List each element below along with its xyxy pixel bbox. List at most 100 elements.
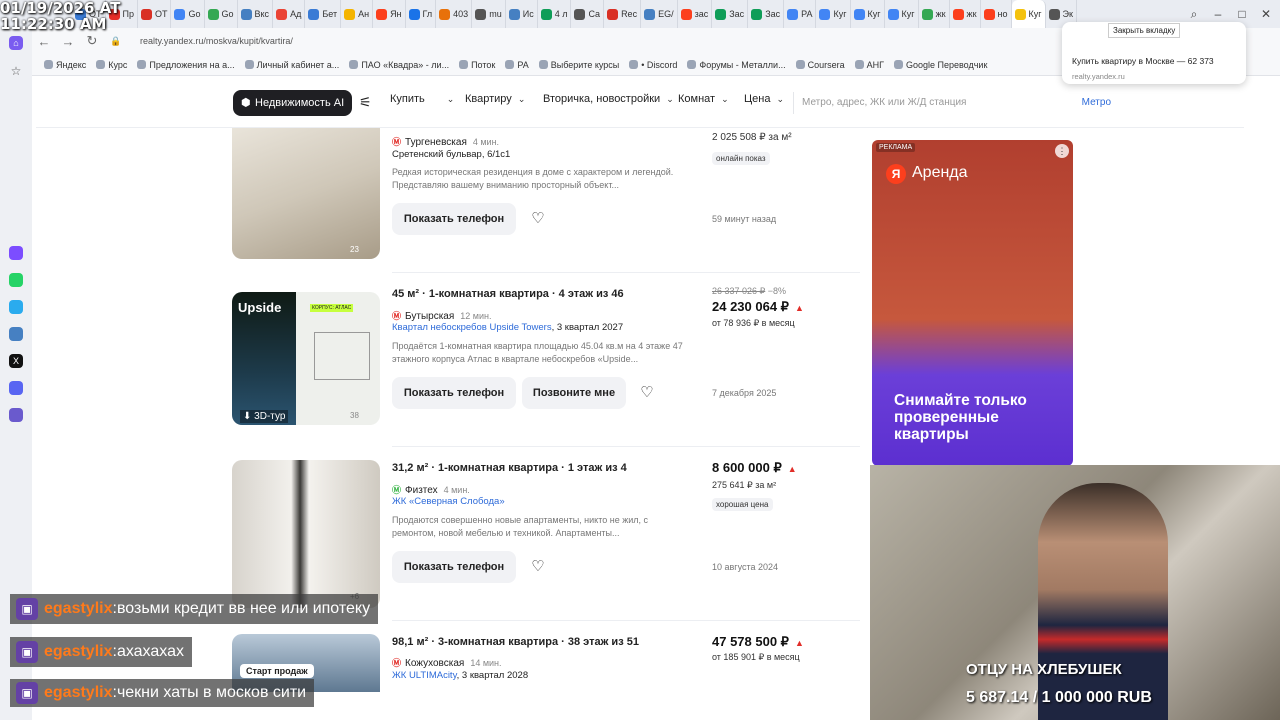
show-phone-button[interactable]: Показать телефон	[392, 203, 516, 235]
tab-label: Куг	[833, 9, 847, 19]
complex-link[interactable]: ЖК «Северная Слобода»	[392, 496, 505, 507]
star-icon[interactable]: ☆	[9, 64, 23, 78]
app-icon-2[interactable]	[9, 408, 23, 422]
browser-tab[interactable]: Са	[571, 0, 605, 28]
chevron-down-icon: ⌄	[666, 94, 674, 104]
person	[1038, 483, 1168, 720]
forward-icon[interactable]: →	[56, 34, 80, 49]
browser-tab[interactable]: OT	[138, 0, 172, 28]
browser-tab[interactable]: жк	[950, 0, 981, 28]
browser-tab[interactable]: Go	[171, 0, 205, 28]
filter-rooms[interactable]: Комнат ⌄	[678, 93, 729, 105]
browser-tab[interactable]: Бет	[305, 0, 342, 28]
listing-title[interactable]: 31,2 м² · 1-комнатная квартира · 1 этаж …	[392, 462, 627, 474]
browser-tab[interactable]: EG/	[641, 0, 678, 28]
edge-icon[interactable]	[322, 698, 338, 714]
bookmark-icon	[505, 60, 515, 69]
listing-card[interactable]: 23 Ⓜ Тургеневская 4 мин. Сретенский бульва…	[232, 128, 860, 278]
bookmark-item[interactable]: Выберите курсы	[538, 60, 619, 70]
advertisement[interactable]: РЕКЛАМА ⋮ Я Аренда Снимайте только прове…	[872, 140, 1073, 466]
browser-tab[interactable]: Зас	[748, 0, 785, 28]
listing-card[interactable]: Старт продаж 98,1 м² · 3-комнатная кварт…	[232, 634, 860, 692]
favorite-icon[interactable]: ♡	[529, 210, 547, 228]
logo[interactable]: ⬢ Недвижимость AI	[233, 90, 353, 116]
bookmark-item[interactable]: Поток	[459, 60, 495, 70]
call-me-button[interactable]: Позвоните мне	[522, 377, 626, 409]
discord-icon[interactable]	[9, 381, 23, 395]
close-window-button[interactable]: ✕	[1254, 0, 1278, 28]
browser-tab[interactable]: Ян	[373, 0, 406, 28]
bookmark-item[interactable]: АНГ	[854, 60, 884, 70]
tour-badge[interactable]: ⬇ 3D-тур	[240, 410, 289, 423]
browser-tab[interactable]: Go	[205, 0, 238, 28]
tab-label: mu	[489, 9, 502, 19]
favicon-icon	[508, 8, 520, 20]
bookmark-label: Форумы - Металли...	[699, 59, 786, 70]
listing-title[interactable]: 98,1 м² · 3-комнатная квартира · 38 этаж…	[392, 636, 639, 648]
complex-link[interactable]: Квартал небоскребов Upside Towers	[392, 322, 552, 333]
bookmark-item[interactable]: Google Переводчик	[894, 60, 987, 70]
bookmark-item[interactable]: • Discord	[629, 60, 677, 70]
complex-link[interactable]: ЖК ULTIMAcity	[392, 670, 457, 681]
browser-tab[interactable]: 4 л	[538, 0, 572, 28]
browser-tab[interactable]: зас	[678, 0, 713, 28]
badge: хорошая цена	[712, 498, 773, 511]
browser-tab[interactable]: Вкс	[238, 0, 274, 28]
bookmark-item[interactable]: Курс	[96, 60, 127, 70]
metro-station: Ⓜ Бутырская 12 мин.	[392, 309, 491, 322]
reload-icon[interactable]: ↻	[80, 33, 104, 49]
browser-tab[interactable]: Ад	[273, 0, 306, 28]
filter-settings-icon[interactable]: ⚟	[359, 94, 372, 111]
browser-tab[interactable]: Куг	[816, 0, 851, 28]
back-icon[interactable]: ←	[32, 34, 56, 49]
bookmark-item[interactable]: Предложения на а...	[137, 60, 235, 70]
show-phone-button[interactable]: Показать телефон	[392, 551, 516, 583]
browser-tab[interactable]: 403	[436, 0, 473, 28]
price-per-m: 2 025 508 ₽ за м²	[712, 132, 792, 143]
browser-tab[interactable]: Куг	[885, 0, 919, 28]
bookmark-item[interactable]: Форумы - Металли...	[687, 59, 786, 70]
yandex-logo: Я	[886, 164, 906, 184]
bookmark-item[interactable]: Личный кабинет а...	[244, 60, 339, 70]
home-icon[interactable]: ⌂	[9, 36, 23, 50]
whatsapp-icon[interactable]	[9, 273, 23, 287]
browser-tab[interactable]: mu	[472, 0, 506, 28]
filter-buy[interactable]: Купить ⌄	[390, 93, 454, 105]
filter-type[interactable]: Квартиру ⌄	[465, 93, 525, 105]
url-field[interactable]: realty.yandex.ru/moskva/kupit/kvartira/	[140, 36, 293, 46]
browser-tab[interactable]: Куг	[1011, 0, 1046, 28]
listing-card[interactable]: Upside КОРПУС: АТЛАС ⬇ 3D-тур 38 45 м² ·…	[232, 286, 860, 456]
bookmark-item[interactable]: Яндекс	[44, 60, 86, 70]
listing-photo[interactable]: 23	[232, 128, 380, 259]
browser-tab[interactable]: Rec	[604, 0, 642, 28]
filter-price[interactable]: Цена ⌄	[744, 93, 784, 105]
listing-photo[interactable]: +6	[232, 460, 380, 608]
show-phone-button[interactable]: Показать телефон	[392, 377, 516, 409]
listing-title[interactable]: 45 м² · 1-комнатная квартира · 4 этаж из…	[392, 288, 624, 300]
browser-tab[interactable]: Ан	[341, 0, 374, 28]
more-icon[interactable]: ⋮	[1055, 144, 1069, 158]
favorite-icon[interactable]: ♡	[638, 384, 656, 402]
app-icon[interactable]	[9, 246, 23, 260]
bookmark-item[interactable]: ПАО «Квадра» - ли...	[349, 60, 449, 70]
browser-tab[interactable]: Гл	[406, 0, 437, 28]
tab-label: но	[997, 9, 1008, 19]
browser-tab[interactable]: но	[981, 0, 1012, 28]
telegram-icon[interactable]	[9, 300, 23, 314]
x-icon[interactable]: X	[9, 354, 23, 368]
favorite-icon[interactable]: ♡	[529, 558, 547, 576]
browser-tab[interactable]: Ис	[506, 0, 538, 28]
bookmark-item[interactable]: РА	[505, 60, 529, 70]
browser-tab[interactable]: жк	[919, 0, 950, 28]
browser-tab[interactable]: Куг	[851, 0, 885, 28]
listing-photo[interactable]: Upside КОРПУС: АТЛАС ⬇ 3D-тур 38	[232, 292, 380, 425]
vk-icon[interactable]	[9, 327, 23, 341]
bookmark-item[interactable]: Coursera	[795, 60, 845, 70]
browser-tab[interactable]: PA	[784, 0, 817, 28]
search-input[interactable]: Метро, адрес, ЖК или Ж/Д станция Метро	[793, 92, 1123, 114]
filter-market[interactable]: Вторичка, новостройки ⌄	[543, 93, 674, 105]
metro-name: Бутырская	[405, 311, 455, 322]
browser-tab[interactable]: Зас	[712, 0, 749, 28]
favicon-icon	[853, 8, 865, 20]
metro-button[interactable]: Метро	[1082, 92, 1111, 114]
